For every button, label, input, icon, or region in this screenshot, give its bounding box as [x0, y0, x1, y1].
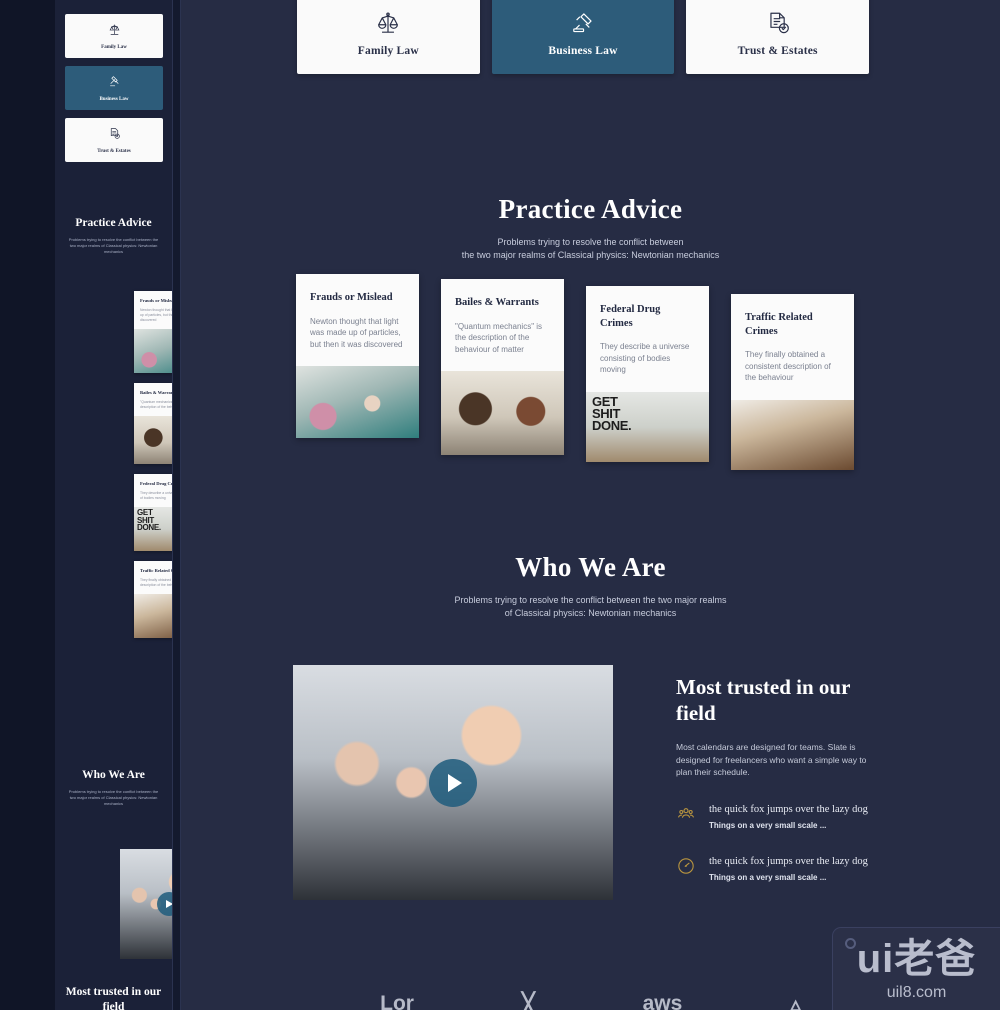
advice-card-text: They finally obtained a consistent descr… [745, 350, 831, 382]
sidebar-advice-card-photo [134, 329, 172, 373]
sidebar-advice-card-text: "Quantum mechanics" is the description o… [140, 400, 172, 409]
document-check-icon [765, 10, 791, 36]
document-check-icon [108, 127, 121, 145]
advice-card-photo: GET SHIT DONE. [586, 391, 709, 462]
sidebar-advice-card-title: Traffic Related Crimes [140, 568, 172, 573]
sidebar-advice-card-photo [134, 416, 172, 464]
sidebar-advice-card[interactable]: Federal Drug Crimes They describe a univ… [134, 474, 172, 551]
partner-logo-2: ╳ [521, 993, 535, 1010]
poster-text: GET SHIT DONE. [137, 508, 161, 532]
advice-card-bailes-and-warrants[interactable]: Bailes & Warrants "Quantum mechanics" is… [441, 279, 564, 455]
sidebar-tab-trust-estates[interactable]: Trust & Estates [65, 118, 163, 162]
main-content: Family Law Business Law Trust & Estates … [181, 0, 1000, 1010]
feature-list: the quick fox jumps over the lazy dog Th… [676, 803, 876, 882]
sidebar-section-title: Who We Are [82, 769, 145, 781]
tab-label: Business Law [548, 44, 618, 57]
practice-advice-header: Practice Advice Problems trying to resol… [181, 194, 1000, 261]
tab-label: Trust & Estates [737, 44, 818, 57]
watermark-overlay: ui老爸 uil8.com [833, 928, 1000, 1010]
play-icon[interactable] [429, 758, 477, 807]
practice-area-tabs: Family Law Business Law Trust & Estates [297, 0, 870, 74]
section-title: Practice Advice [498, 194, 683, 224]
advice-card-text: "Quantum mechanics" is the description o… [455, 321, 543, 354]
sidebar-advice-card-photo [134, 594, 172, 638]
partner-logo-1: Lor [380, 992, 414, 1010]
sidebar-tab-business-law[interactable]: Business Law [65, 66, 163, 110]
advice-card-title: Frauds or Mislead [310, 292, 393, 303]
advice-card-title: Traffic Related Crimes [745, 312, 813, 337]
sidebar-advice-card-text: Newton thought that light was made up of… [140, 308, 172, 322]
feature-subtext: Things on a very small scale ... [709, 872, 827, 882]
sidebar-tab-label: Business Law [99, 96, 129, 102]
sidebar-preview-panel: Family Law Business Law Trust & Estates … [55, 0, 172, 1010]
sidebar-advice-card[interactable]: Bailes & Warrants "Quantum mechanics" is… [134, 383, 172, 464]
advice-card-text: Newton thought that light was made up of… [310, 316, 403, 349]
sidebar-section-title: Practice Advice [75, 217, 152, 229]
section-subtitle: Problems trying to resolve the conflict … [461, 237, 720, 260]
video-player[interactable] [293, 665, 613, 900]
gavel-icon [570, 10, 596, 36]
section-subtitle: Problems trying to resolve the conflict … [454, 595, 727, 618]
advice-card-title: Federal Drug Crimes [600, 304, 661, 329]
most-trusted-body: Most calendars are designed for teams. S… [676, 742, 867, 777]
feature-subtext: Things on a very small scale ... [709, 820, 827, 830]
feature-item: the quick fox jumps over the lazy dog Th… [676, 803, 876, 830]
sidebar-advice-card-text: They finally obtained a consistent descr… [140, 578, 172, 587]
advice-card-federal-drug-crimes[interactable]: Federal Drug Crimes They describe a univ… [586, 286, 709, 462]
sidebar-tab-label: Trust & Estates [97, 148, 131, 154]
section-title: Who We Are [515, 552, 666, 582]
sidebar-video-thumbnail[interactable] [120, 849, 172, 959]
tab-business-law[interactable]: Business Law [491, 0, 675, 74]
sidebar-practice-advice-header: Practice Advice Problems trying to resol… [55, 216, 172, 255]
advice-card-traffic-related-crimes[interactable]: Traffic Related Crimes They finally obta… [731, 294, 854, 470]
who-we-are-header: Who We Are Problems trying to resolve th… [181, 552, 1000, 619]
advice-card-frauds-or-mislead[interactable]: Frauds or Mislead Newton thought that li… [296, 274, 419, 438]
tab-label: Family Law [357, 44, 419, 57]
sidebar-practice-tabs: Family Law Business Law Trust & Estates [65, 14, 163, 170]
advice-card-photo [731, 399, 854, 470]
gavel-icon [108, 75, 121, 93]
advice-card-title: Bailes & Warrants [455, 297, 539, 308]
feature-headline: the quick fox jumps over the lazy dog [709, 855, 868, 867]
advice-card-photo [441, 371, 564, 455]
speedometer-icon [676, 856, 696, 876]
feature-item: the quick fox jumps over the lazy dog Th… [676, 855, 876, 882]
partner-logo-4: ▵ [790, 993, 801, 1010]
practice-advice-card-list: Frauds or Mislead Newton thought that li… [296, 274, 876, 470]
sidebar-advice-card-title: Bailes & Warrants [140, 390, 172, 395]
sidebar-advice-card-photo: GET SHIT DONE. [134, 507, 172, 551]
sidebar-divider [172, 0, 181, 1010]
aws-logo: aws [642, 992, 683, 1010]
sidebar-advice-card-list: Frauds or Mislead Newton thought that li… [134, 291, 172, 648]
poster-text: GET SHIT DONE. [592, 393, 632, 433]
left-gutter [0, 0, 55, 1010]
most-trusted-heading: Most trusted in our field [676, 675, 851, 725]
advice-card-text: They describe a universe consisting of b… [600, 342, 690, 374]
sidebar-section-subtitle: Problems trying to resolve the conflict … [68, 789, 159, 806]
feature-headline: the quick fox jumps over the lazy dog [709, 803, 868, 815]
people-group-icon [676, 804, 696, 824]
sidebar-advice-card[interactable]: Frauds or Mislead Newton thought that li… [134, 291, 172, 373]
advice-card-photo [296, 366, 419, 438]
watermark-sub-text: uil8.com [886, 984, 947, 1001]
who-we-are-details: Most trusted in our field Most calendars… [676, 674, 876, 907]
sidebar-most-trusted-heading: Most trusted in our field [65, 986, 162, 1010]
tab-trust-estates[interactable]: Trust & Estates [686, 0, 870, 74]
sidebar-advice-card-title: Federal Drug Crimes [140, 481, 172, 486]
sidebar-tab-label: Family Law [101, 44, 127, 50]
scales-of-justice-icon [108, 23, 121, 41]
sidebar-who-we-are-header: Who We Are Problems trying to resolve th… [55, 768, 172, 807]
watermark-main-text: ui老爸 [856, 937, 977, 981]
sidebar-advice-card-title: Frauds or Mislead [140, 298, 172, 303]
sidebar-advice-card-text: They describe a universe consisting of b… [140, 491, 172, 500]
sidebar-advice-card[interactable]: Traffic Related Crimes They finally obta… [134, 561, 172, 638]
play-icon[interactable] [156, 892, 172, 916]
scales-of-justice-icon [375, 10, 401, 36]
sidebar-tab-family-law[interactable]: Family Law [65, 14, 163, 58]
sidebar-section-subtitle: Problems trying to resolve the conflict … [68, 237, 159, 254]
tab-family-law[interactable]: Family Law [297, 0, 480, 74]
